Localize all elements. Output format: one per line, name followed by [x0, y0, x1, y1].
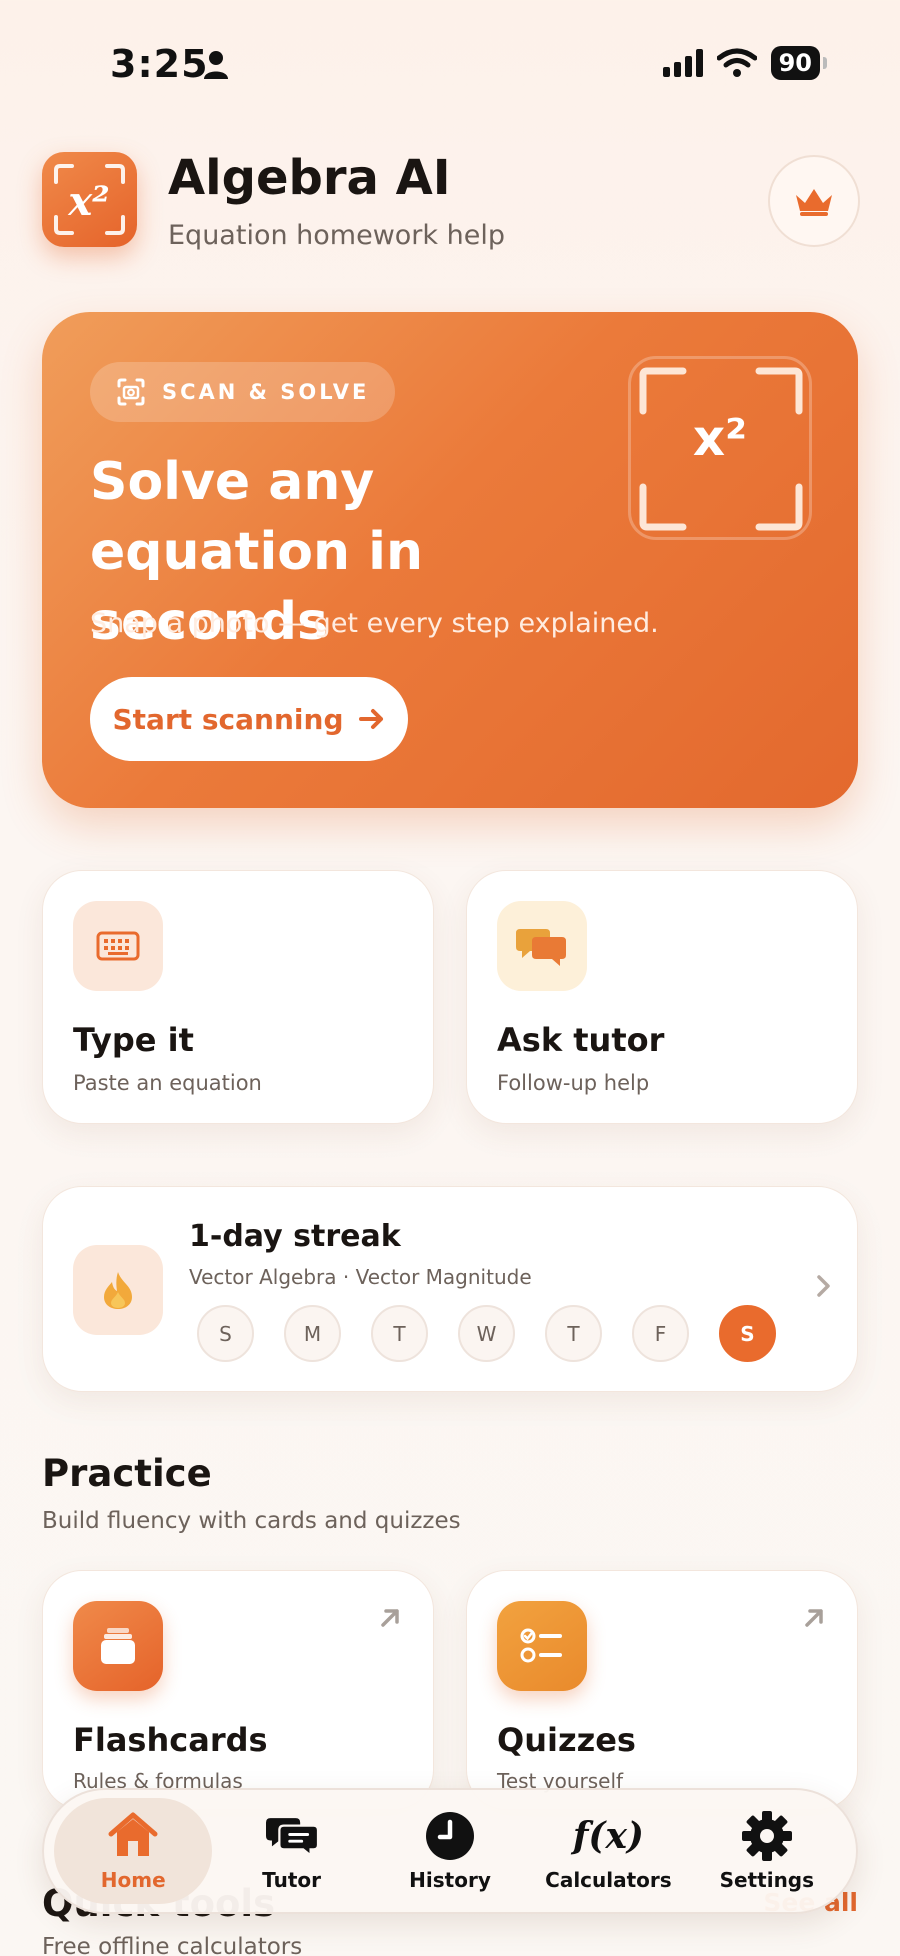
cards-icon [73, 1601, 163, 1691]
streak-day: S [719, 1305, 776, 1362]
status-time: 3:25 [110, 42, 209, 86]
signal-icon [662, 49, 703, 77]
app-logo: x² [42, 152, 137, 247]
streak-title: 1-day streak [189, 1219, 401, 1254]
streak-day: T [371, 1305, 428, 1362]
action-subtitle: Follow-up help [497, 1071, 650, 1095]
nav-calculators[interactable]: f(x) Calculators [529, 1798, 687, 1904]
start-scanning-button[interactable]: Start scanning [90, 677, 408, 761]
hero-subtitle: Snap a photo — get every step explained. [90, 608, 659, 639]
scan-hero-card[interactable]: SCAN & SOLVE Solve any equation in secon… [42, 312, 858, 808]
flashcards-card[interactable]: Flashcards Rules & formulas [42, 1570, 434, 1810]
chevron-right-icon [817, 1275, 830, 1297]
arrow-up-right-icon [805, 1609, 823, 1627]
streak-day: S [197, 1305, 254, 1362]
streak-subtitle: Vector Algebra · Vector Magnitude [189, 1265, 532, 1289]
keyboard-icon [73, 901, 163, 991]
scan-frame-illustration: x² [628, 356, 812, 540]
nav-tutor[interactable]: Tutor [212, 1798, 370, 1904]
ask-tutor-card[interactable]: Ask tutor Follow-up help [466, 870, 858, 1124]
nav-settings[interactable]: Settings [688, 1798, 846, 1904]
app-title: Algebra AI [168, 150, 451, 206]
clock-icon [424, 1810, 476, 1862]
person-icon [204, 51, 228, 79]
nav-label: Settings [719, 1868, 815, 1892]
chat-icon [497, 901, 587, 991]
app-subtitle: Equation homework help [168, 220, 505, 251]
crown-icon [796, 189, 832, 216]
flame-icon [73, 1245, 163, 1335]
streak-days: SMTWTFS [197, 1305, 776, 1362]
checklist-icon [497, 1601, 587, 1691]
bottom-nav: Home Tutor History f(x) Calculators Sett… [42, 1788, 858, 1914]
nav-history[interactable]: History [371, 1798, 529, 1904]
type-it-card[interactable]: Type it Paste an equation [42, 870, 434, 1124]
nav-label: Home [100, 1868, 166, 1892]
premium-button[interactable] [768, 155, 860, 247]
scan-badge: SCAN & SOLVE [90, 362, 396, 422]
camera-scan-icon [117, 378, 145, 406]
arrow-up-right-icon [381, 1609, 399, 1627]
nav-label: History [409, 1868, 491, 1892]
nav-home[interactable]: Home [54, 1798, 213, 1904]
streak-day: F [632, 1305, 689, 1362]
frame-glyph: x² [692, 409, 748, 467]
nav-label: Calculators [545, 1868, 672, 1892]
scan-badge-label: SCAN & SOLVE [162, 380, 370, 404]
arrow-right-icon [358, 709, 383, 729]
start-scanning-label: Start scanning [112, 702, 344, 736]
action-title: Ask tutor [497, 1021, 665, 1059]
status-icons: 90 [662, 46, 828, 80]
home-icon [107, 1810, 159, 1862]
function-icon: f(x) [573, 1810, 644, 1862]
nav-label: Tutor [262, 1868, 322, 1892]
practice-subtitle: Build fluency with cards and quizzes [42, 1508, 461, 1534]
action-title: Type it [73, 1021, 194, 1059]
practice-title: Practice [42, 1452, 212, 1495]
practice-card-title: Quizzes [497, 1721, 636, 1759]
quick-tools-subtitle: Free offline calculators [42, 1934, 303, 1956]
streak-day: M [284, 1305, 341, 1362]
action-subtitle: Paste an equation [73, 1071, 262, 1095]
streak-day: W [458, 1305, 515, 1362]
logo-glyph: x² [67, 178, 109, 225]
chat-icon [265, 1810, 318, 1862]
streak-card[interactable]: 1-day streak Vector Algebra · Vector Mag… [42, 1186, 858, 1392]
function-glyph: f(x) [572, 1815, 644, 1857]
streak-day: T [545, 1305, 602, 1362]
battery-indicator: 90 [770, 46, 828, 80]
practice-card-title: Flashcards [73, 1721, 268, 1759]
wifi-icon [716, 48, 757, 77]
gear-icon [741, 1810, 793, 1862]
quizzes-card[interactable]: Quizzes Test yourself [466, 1570, 858, 1810]
